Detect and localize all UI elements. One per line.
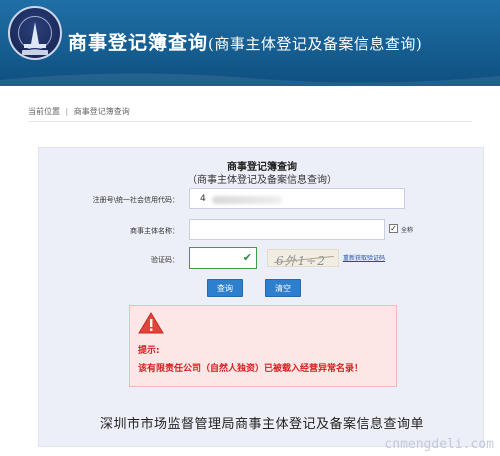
query-button[interactable]: 查询: [207, 279, 243, 297]
agency-emblem-icon: [8, 6, 62, 60]
page-title-main: 商事登记簿查询: [68, 32, 209, 54]
breadcrumb: 当前位置 | 商事登记簿查询: [28, 106, 472, 122]
watermark-text: cnmengdeli.com: [384, 437, 494, 452]
fullname-label: 全称: [401, 227, 414, 234]
valid-check-icon: ✔: [242, 251, 252, 264]
query-panel: 商事登记簿查询 （商事主体登记及备案信息查询） 注册号\统一社会信用代码： 4 …: [38, 147, 484, 447]
company-name-input[interactable]: [189, 219, 385, 240]
result-sheet-title: 深圳市市场监督管理局商事主体登记及备案信息查询单: [99, 417, 424, 432]
header-wave-decoration: [0, 73, 500, 86]
reg-number-label: 注册号\统一社会信用代码：: [92, 196, 179, 204]
reg-number-redaction: [212, 196, 282, 204]
company-name-label: 商事主体名称：: [130, 227, 179, 235]
captcha-input[interactable]: ✔: [189, 247, 257, 269]
panel-subtitle: （商事主体登记及备案信息查询）: [187, 175, 337, 186]
breadcrumb-separator: |: [65, 107, 69, 116]
warning-icon: [138, 312, 164, 334]
reg-number-input[interactable]: 4: [189, 188, 405, 209]
alert-title: 提示:: [138, 346, 160, 356]
fullname-checkbox[interactable]: ✓: [389, 224, 398, 233]
refresh-captcha-link[interactable]: 重新获取验证码: [343, 253, 385, 262]
alert-message: 该有限责任公司（自然人独资）已被载入经营异常名录！: [138, 364, 364, 374]
clear-button[interactable]: 清空: [265, 279, 301, 297]
reg-number-value: 4: [200, 194, 206, 204]
page-title-sub: (商事主体登记及备案信息查询): [208, 35, 423, 53]
breadcrumb-item-location: 当前位置: [28, 107, 60, 116]
captcha-image[interactable]: 6外1÷2: [267, 249, 339, 267]
site-header: 商事登记簿查询(商事主体登记及备案信息查询): [0, 0, 500, 86]
breadcrumb-item-current[interactable]: 商事登记簿查询: [74, 106, 130, 117]
captcha-label: 验证码：: [151, 256, 179, 264]
page-title: 商事登记簿查询(商事主体登记及备案信息查询): [68, 28, 422, 55]
alert-box: 提示: 该有限责任公司（自然人独资）已被载入经营异常名录！: [129, 305, 397, 387]
